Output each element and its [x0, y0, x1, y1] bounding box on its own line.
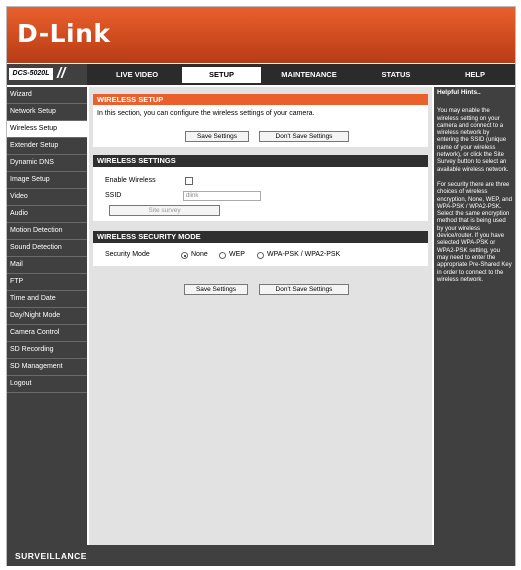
save-settings-button-top[interactable]: Save Settings [185, 131, 249, 142]
sidebar-item-wireless-setup[interactable]: Wireless Setup [7, 121, 87, 138]
tab-help[interactable]: HELP [435, 64, 515, 85]
help-panel: Helpful Hints.. You may enable the wirel… [434, 87, 515, 545]
security-wpa-label: WPA-PSK / WPA2-PSK [267, 251, 341, 258]
security-none-radio[interactable] [181, 252, 188, 259]
sidebar-item-wizard[interactable]: Wizard [7, 87, 87, 104]
sidebar-item-camera-control[interactable]: Camera Control [7, 325, 87, 342]
sidebar-item-image-setup[interactable]: Image Setup [7, 172, 87, 189]
sidebar-item-mail[interactable]: Mail [7, 257, 87, 274]
sidebar-item-sound-detection[interactable]: Sound Detection [7, 240, 87, 257]
model-name: DCS-5020L [9, 68, 53, 80]
footer: SURVEILLANCE [7, 545, 515, 566]
tab-setup[interactable]: SETUP [182, 67, 261, 83]
wireless-security-section: WIRELESS SECURITY MODE Security Mode Non… [93, 231, 428, 266]
security-wpa-radio[interactable] [257, 252, 264, 259]
ssid-input[interactable]: dlink [183, 191, 261, 201]
tab-status[interactable]: STATUS [357, 64, 435, 85]
help-paragraph-1: You may enable the wireless setting on y… [437, 108, 509, 173]
sidebar-item-sd-recording[interactable]: SD Recording [7, 342, 87, 359]
sidebar-item-extender-setup[interactable]: Extender Setup [7, 138, 87, 155]
ssid-label: SSID [105, 192, 122, 199]
wireless-setup-description: In this section, you can configure the w… [97, 110, 315, 117]
enable-wireless-label: Enable Wireless [105, 177, 156, 184]
sidebar-item-ftp[interactable]: FTP [7, 274, 87, 291]
sidebar-item-day-night-mode[interactable]: Day/Night Mode [7, 308, 87, 325]
sidebar-item-network-setup[interactable]: Network Setup [7, 104, 87, 121]
tab-maintenance[interactable]: MAINTENANCE [263, 64, 355, 85]
sidebar-item-time-and-date[interactable]: Time and Date [7, 291, 87, 308]
security-wep-label: WEP [229, 251, 245, 258]
sidebar: Wizard Network Setup Wireless Setup Exte… [7, 87, 87, 545]
sidebar-item-sd-management[interactable]: SD Management [7, 359, 87, 376]
sidebar-item-audio[interactable]: Audio [7, 206, 87, 223]
sidebar-item-logout[interactable]: Logout [7, 376, 87, 393]
model-badge: DCS-5020L // [7, 64, 87, 85]
security-mode-label: Security Mode [105, 251, 150, 258]
tab-live-video[interactable]: LIVE VIDEO [93, 64, 181, 85]
top-nav: DCS-5020L // LIVE VIDEO SETUP MAINTENANC… [7, 64, 515, 85]
help-title: Helpful Hints.. [437, 89, 481, 96]
security-mode-title: WIRELESS SECURITY MODE [93, 231, 428, 243]
dlink-logo: D-Link [17, 19, 111, 48]
slash-decoration-icon: // [57, 65, 66, 82]
sidebar-item-motion-detection[interactable]: Motion Detection [7, 223, 87, 240]
camera-web-ui: D-Link DCS-5020L // LIVE VIDEO SETUP MAI… [6, 6, 516, 566]
sidebar-item-video[interactable]: Video [7, 189, 87, 206]
security-wep-radio[interactable] [219, 252, 226, 259]
help-paragraph-2: For security there are three choices of … [437, 181, 512, 283]
security-none-label: None [191, 251, 208, 258]
sidebar-item-dynamic-dns[interactable]: Dynamic DNS [7, 155, 87, 172]
wireless-setup-section: WIRELESS SETUP In this section, you can … [93, 94, 428, 147]
save-settings-button-bottom[interactable]: Save Settings [184, 284, 248, 295]
dont-save-settings-button-top[interactable]: Don't Save Settings [259, 131, 349, 142]
wireless-settings-section: WIRELESS SETTINGS Enable Wireless SSID d… [93, 155, 428, 221]
main-content: WIRELESS SETUP In this section, you can … [89, 87, 432, 545]
wireless-setup-title: WIRELESS SETUP [93, 94, 428, 105]
surveillance-label: SURVEILLANCE [15, 551, 87, 561]
site-survey-button[interactable]: Site survey [109, 205, 220, 216]
dont-save-settings-button-bottom[interactable]: Don't Save Settings [259, 284, 349, 295]
wireless-settings-title: WIRELESS SETTINGS [93, 155, 428, 167]
enable-wireless-checkbox[interactable] [185, 177, 193, 185]
header-banner: D-Link [7, 7, 515, 63]
